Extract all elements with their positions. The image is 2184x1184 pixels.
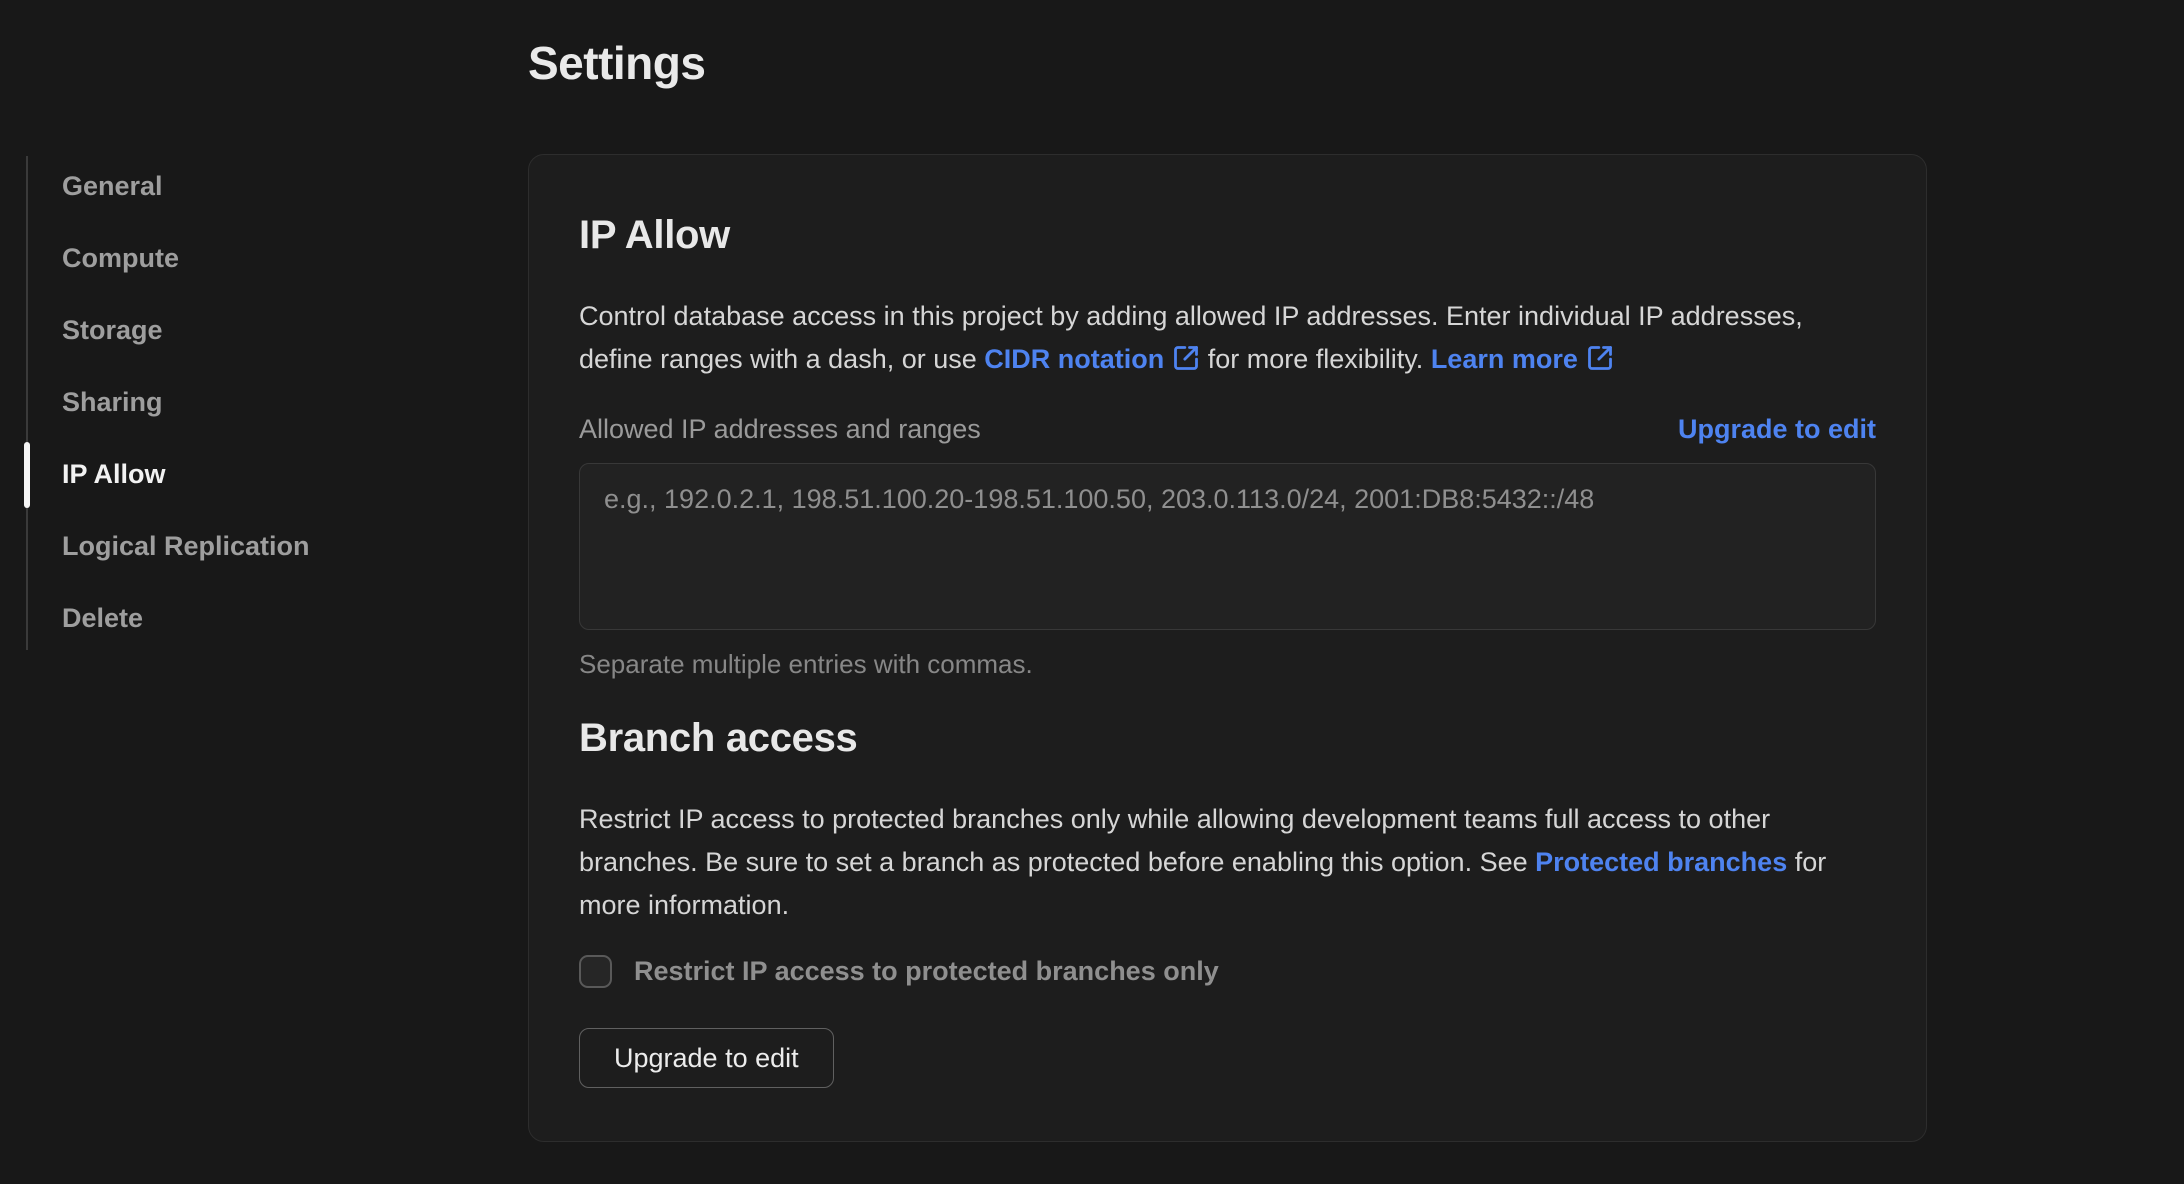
- cidr-notation-link[interactable]: CIDR notation: [984, 344, 1164, 374]
- settings-sidebar: General Compute Storage Sharing IP Allow…: [0, 154, 470, 674]
- sidebar-active-indicator: [24, 442, 30, 508]
- sidebar-item-ip-allow[interactable]: IP Allow: [62, 456, 310, 492]
- learn-more-link[interactable]: Learn more: [1431, 344, 1578, 374]
- sidebar-item-logical-replication[interactable]: Logical Replication: [62, 528, 310, 564]
- ip-allow-description-text: for more flexibility.: [1200, 344, 1431, 374]
- protected-branches-link[interactable]: Protected branches: [1535, 847, 1787, 877]
- sidebar-divider: [26, 156, 28, 650]
- branch-access-description: Restrict IP access to protected branches…: [579, 798, 1876, 927]
- sidebar-item-delete[interactable]: Delete: [62, 600, 310, 636]
- allowed-ip-field-row: Allowed IP addresses and ranges Upgrade …: [579, 411, 1876, 447]
- upgrade-to-edit-button[interactable]: Upgrade to edit: [579, 1028, 834, 1088]
- external-link-icon[interactable]: [1172, 342, 1200, 370]
- external-link-icon[interactable]: [1586, 342, 1614, 370]
- sidebar-item-sharing[interactable]: Sharing: [62, 384, 310, 420]
- allowed-ip-textarea[interactable]: [579, 463, 1876, 630]
- upgrade-to-edit-link[interactable]: Upgrade to edit: [1678, 414, 1876, 445]
- restrict-ip-checkbox-label: Restrict IP access to protected branches…: [634, 956, 1219, 986]
- ip-allow-settings-card: IP Allow Control database access in this…: [528, 154, 1927, 1142]
- ip-allow-description: Control database access in this project …: [579, 295, 1876, 381]
- allowed-ip-field-label: Allowed IP addresses and ranges: [579, 413, 981, 444]
- branch-access-heading: Branch access: [579, 716, 858, 760]
- restrict-ip-checkbox-row: Restrict IP access to protected branches…: [579, 955, 1876, 988]
- page-title: Settings: [528, 37, 706, 89]
- sidebar-item-general[interactable]: General: [62, 168, 310, 204]
- sidebar-item-compute[interactable]: Compute: [62, 240, 310, 276]
- ip-allow-heading: IP Allow: [579, 213, 730, 257]
- sidebar-item-storage[interactable]: Storage: [62, 312, 310, 348]
- restrict-ip-checkbox[interactable]: [579, 955, 612, 988]
- allowed-ip-helper-text: Separate multiple entries with commas.: [579, 649, 1033, 679]
